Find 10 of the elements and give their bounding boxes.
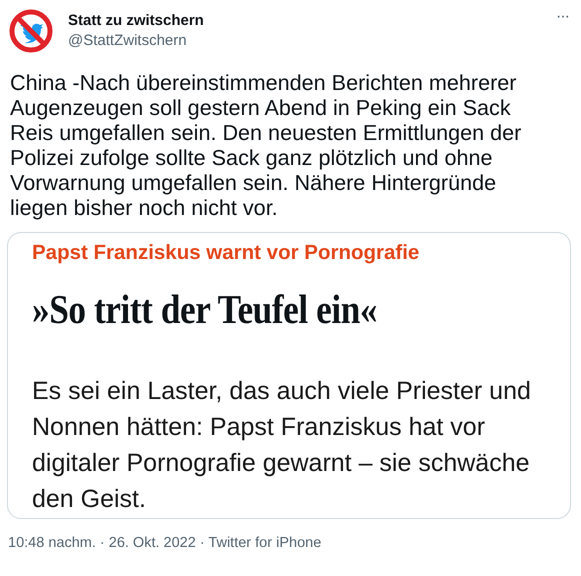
attached-image[interactable] — [7, 232, 571, 519]
tweet-timestamp[interactable]: 10:48 nachm. · 26. Okt. 2022 · Twitter for iPhone — [8, 535, 322, 551]
article-headline: »So tritt der Teufel ein« — [32, 285, 378, 333]
tweet-text: China -Nach übereinstimmenden Berichten mehrerer Augenzeugen soll gestern Abend in Peking ein Sack Reis umgefallen sein. Den neuesten Ermittlungen der Polizei zufolge sollte Sack ganz plötzlich und ohne Vorwarnung umgefallen sein. Nähere Hintergründe liegen bisher noch nicht vor. — [10, 70, 522, 220]
author-name[interactable]: Statt zu zwitschern — [68, 12, 538, 29]
author-handle[interactable]: @StattZwitschern — [68, 32, 538, 49]
article-kicker: Papst Franziskus warnt vor Pornografie — [32, 241, 420, 265]
more-button[interactable]: ··· — [552, 8, 573, 26]
avatar-icon[interactable] — [8, 8, 54, 54]
article-teaser: Es sei ein Laster, das auch viele Priester und Nonnen hätten: Papst Franziskus hat vor digitaler Pornografie gewarnt – sie schwäche den Geist. — [32, 376, 532, 515]
